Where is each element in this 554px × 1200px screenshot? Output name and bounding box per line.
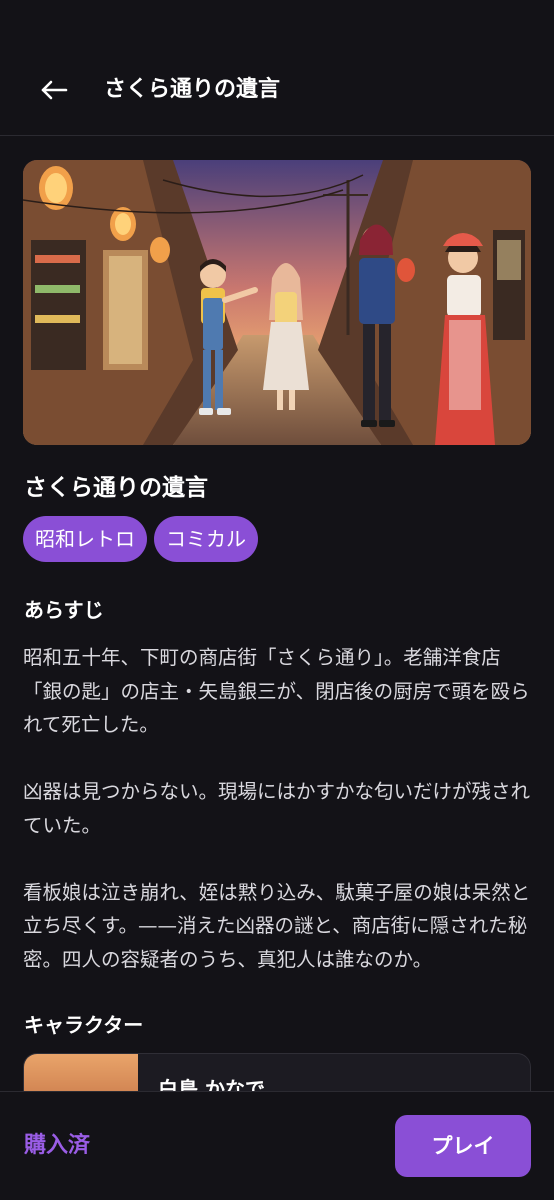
synopsis-paragraph: 昭和五十年、下町の商店街「さくら通り」。老舗洋食店「銀の匙」の店主・矢島銀三が、… <box>23 646 530 736</box>
character-name: 白鳥 かなで <box>158 1077 265 1091</box>
back-button[interactable] <box>30 66 78 114</box>
page-title: さくら通りの遺言 <box>104 77 281 102</box>
story-title: さくら通りの遺言 <box>24 475 208 501</box>
purchase-status: 購入済 <box>24 1133 91 1158</box>
story-cover-image <box>23 160 531 445</box>
synopsis-paragraph: 凶器は見つからない。現場にはかすかな匂いだけが残されていた。 <box>23 780 531 837</box>
character-card[interactable]: 白鳥 かなで <box>23 1053 531 1091</box>
play-button[interactable]: プレイ <box>395 1115 531 1177</box>
top-app-bar: さくら通りの遺言 <box>0 0 554 136</box>
characters-heading: キャラクター <box>24 1013 144 1037</box>
arrow-left-icon <box>41 80 68 100</box>
character-avatar <box>24 1054 138 1091</box>
bottom-action-bar: 購入済 プレイ <box>0 1091 554 1200</box>
tag-comical: コミカル <box>154 516 258 562</box>
synopsis-heading: あらすじ <box>24 598 104 622</box>
scroll-content[interactable]: さくら通りの遺言 昭和レトロ コミカル あらすじ 昭和五十年、下町の商店街「さく… <box>0 137 554 1091</box>
synopsis-paragraph: 看板娘は泣き崩れ、姪は黙り込み、駄菓子屋の娘は呆然と立ち尽くす。——消えた凶器の… <box>23 880 531 971</box>
genre-tags: 昭和レトロ コミカル <box>23 516 258 562</box>
tag-showa-retro: 昭和レトロ <box>23 516 147 562</box>
synopsis-text: 昭和五十年、下町の商店街「さくら通り」。老舗洋食店「銀の匙」の店主・矢島銀三が、… <box>23 641 531 976</box>
story-detail-screen: さくら通りの遺言 さくら通りの遺言 昭和レトロ コミカル あらすじ 昭和五十年、… <box>0 0 554 1200</box>
